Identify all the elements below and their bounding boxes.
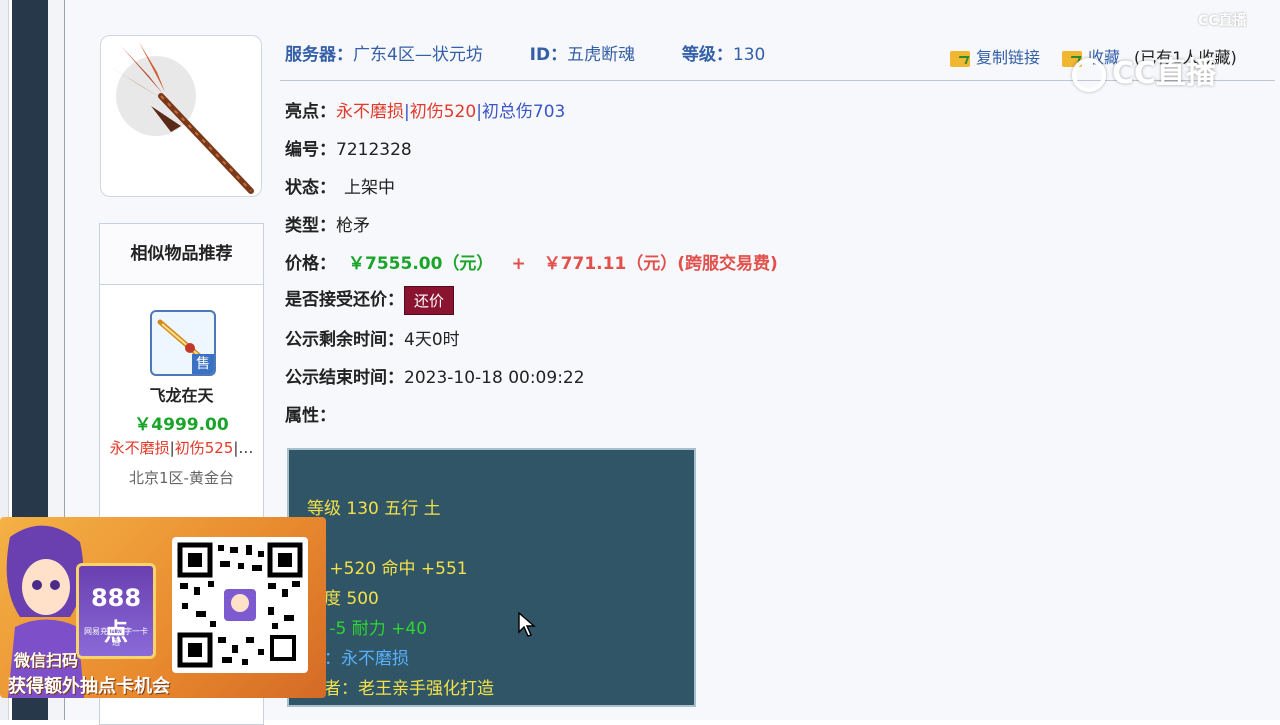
status-row: 状态： 上架中 — [285, 173, 395, 198]
promo-line-1: 微信扫码 — [14, 651, 79, 670]
similar-tag-1: 永不磨损 — [109, 439, 170, 457]
remaining-value: 4天0时 — [404, 330, 460, 350]
number-label: 编号： — [285, 140, 336, 160]
end-label: 公示结束时间： — [285, 368, 404, 388]
id-label: ID： — [529, 45, 568, 65]
highlight-row: 亮点：永不磨损|初伤520|初总伤703 — [285, 102, 566, 122]
spear-icon — [109, 42, 254, 194]
highlight-tag-1: 永不磨损 — [336, 102, 404, 122]
folder-icon — [950, 50, 970, 67]
watermark-big-text: CC直播 — [1112, 56, 1217, 91]
bargain-button[interactable]: 还价 — [404, 285, 455, 315]
number-value: 7212328 — [336, 140, 412, 160]
qr-code-icon — [177, 542, 303, 668]
similar-item-icon[interactable]: 售 — [150, 310, 216, 376]
point-card-subtitle: 网易充值数字一卡通 — [84, 627, 148, 647]
attr-level-element: 等级 130 五行 土 — [307, 499, 441, 519]
promo-overlay[interactable]: 888点 网易充值数字一卡通 微信扫码 获得额外抽点卡机会 — [0, 517, 326, 698]
highlight-tag-3: 初总伤703 — [481, 102, 566, 122]
server-value: 广东4区—状元坊 — [353, 45, 483, 65]
bargain-row: 是否接受还价： 还价 — [285, 285, 455, 315]
highlight-label: 亮点： — [285, 102, 336, 122]
status-value: 上架中 — [344, 178, 395, 198]
price-row: 价格： ￥7555.00（元） + ￥771.11（元）(跨服交易费) — [285, 249, 778, 274]
type-label: 类型： — [285, 216, 336, 236]
similar-item-name[interactable]: 飞龙在天 — [100, 382, 263, 406]
level-label: 等级： — [681, 45, 733, 65]
price-value: ￥7555.00（元） — [348, 254, 494, 274]
status-label: 状态： — [285, 178, 336, 198]
type-row: 类型：枪矛 — [285, 211, 370, 236]
attributes-box: 等级 130 五行 土 害 +520 命中 +551 久度 500 量 -5 耐… — [287, 448, 696, 707]
copy-link-label: 复制链接 — [976, 48, 1041, 67]
similar-tag-2: 初伤525 — [174, 439, 234, 457]
bargain-label: 是否接受还价： — [285, 290, 404, 310]
sell-badge: 售 — [192, 354, 214, 374]
item-image — [100, 35, 262, 197]
qr-code — [172, 537, 308, 673]
price-plus: + — [511, 254, 526, 274]
end-value: 2023-10-18 00:09:22 — [404, 368, 585, 388]
type-value: 枪矛 — [336, 216, 370, 236]
watermark-logo: CC直播 — [1072, 48, 1242, 92]
remaining-label: 公示剩余时间： — [285, 330, 404, 350]
attr-damage-hit: 害 +520 命中 +551 — [307, 559, 468, 579]
id-value: 五虎断魂 — [567, 45, 636, 65]
end-time-row: 公示结束时间：2023-10-18 00:09:22 — [285, 363, 585, 388]
point-card: 888点 网易充值数字一卡通 — [76, 563, 156, 659]
server-label: 服务器： — [285, 45, 353, 65]
highlight-tag-2: 初伤520 — [409, 102, 477, 122]
level-value: 130 — [732, 45, 766, 65]
watermark-small: CC直播 — [1198, 13, 1247, 29]
remaining-row: 公示剩余时间：4天0时 — [285, 325, 460, 350]
attributes-label: 属性： — [285, 406, 336, 426]
price-label: 价格： — [285, 254, 336, 274]
attributes-row: 属性： — [285, 401, 336, 426]
mouse-cursor-icon — [518, 612, 536, 637]
similar-items-title: 相似物品推荐 — [100, 224, 263, 285]
fee-value: ￥771.11（元）(跨服交易费) — [543, 254, 778, 274]
number-row: 编号：7212328 — [285, 135, 412, 160]
similar-item-price: ￥4999.00 — [134, 415, 229, 435]
promo-line-2: 获得额外抽点卡机会 — [8, 676, 170, 697]
similar-item-tags: 永不磨损|初伤525|… — [109, 439, 254, 457]
similar-tag-more: |… — [233, 439, 254, 457]
copy-link-button[interactable]: 复制链接 — [950, 44, 1040, 68]
similar-item-server: 北京1区-黄金台 — [129, 469, 234, 487]
attr-maker: 造者：老王亲手强化打造 — [307, 679, 494, 699]
cc-logo-icon — [1072, 57, 1106, 92]
